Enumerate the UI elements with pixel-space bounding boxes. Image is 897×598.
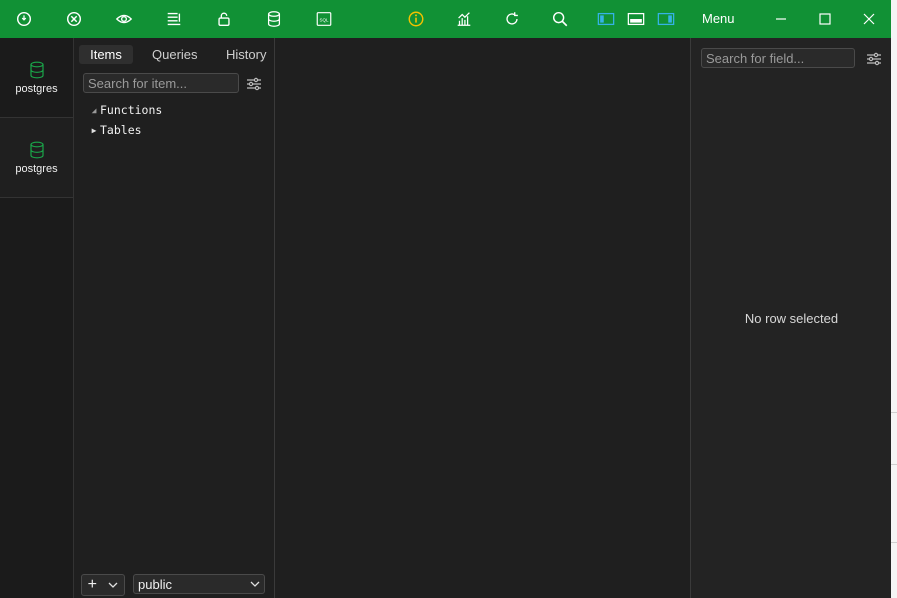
tree-node-functions[interactable]: ◢ Functions xyxy=(88,103,163,117)
connection-rail: postgres postgres xyxy=(0,38,74,598)
connection-label: postgres xyxy=(15,82,58,95)
schema-select-value: public xyxy=(138,576,172,592)
add-label: + xyxy=(87,576,97,593)
title-bar: SQL Menu xyxy=(0,0,891,39)
sql-icon[interactable]: SQL xyxy=(314,9,334,29)
connect-icon[interactable] xyxy=(14,9,34,29)
connection-label: postgres xyxy=(15,162,58,175)
maximize-icon[interactable] xyxy=(815,9,835,29)
app-window: SQL Menu postgres postgres Items Queries… xyxy=(0,0,891,598)
chevron-down-icon xyxy=(108,582,118,588)
right-panel-icon[interactable] xyxy=(656,9,676,29)
search-icon[interactable] xyxy=(550,9,570,29)
tree-node-label: Functions xyxy=(100,103,163,117)
item-search-input[interactable] xyxy=(83,73,239,93)
database-icon xyxy=(29,61,44,78)
filter-settings-icon[interactable] xyxy=(246,76,262,92)
menu-button[interactable]: Menu xyxy=(702,11,735,26)
chevron-down-icon xyxy=(250,581,260,587)
expanded-arrow-icon[interactable]: ◢ xyxy=(88,106,100,115)
database-icon xyxy=(29,141,44,158)
info-icon[interactable] xyxy=(406,9,426,29)
connection-item[interactable]: postgres xyxy=(0,38,73,118)
collapsed-arrow-icon[interactable]: ▶ xyxy=(88,126,100,135)
tab-items[interactable]: Items xyxy=(79,45,133,64)
tab-queries[interactable]: Queries xyxy=(152,45,198,64)
close-icon[interactable] xyxy=(859,9,879,29)
svg-text:SQL: SQL xyxy=(319,17,329,22)
tree-node-tables[interactable]: ▶ Tables xyxy=(88,123,142,137)
main-content-area xyxy=(275,38,690,598)
minimize-icon[interactable] xyxy=(771,9,791,29)
tab-history[interactable]: History xyxy=(226,45,266,64)
field-search-input[interactable] xyxy=(701,48,855,68)
tree-node-label: Tables xyxy=(100,123,142,137)
filter-settings-icon[interactable] xyxy=(866,51,882,67)
connection-item[interactable]: postgres xyxy=(0,118,73,198)
row-detail-panel: No row selected xyxy=(690,38,891,598)
database-icon[interactable] xyxy=(264,9,284,29)
refresh-icon[interactable] xyxy=(502,9,522,29)
disconnect-icon[interactable] xyxy=(64,9,84,29)
preview-icon[interactable] xyxy=(114,9,134,29)
left-panel-icon[interactable] xyxy=(596,9,616,29)
empty-state-message: No row selected xyxy=(744,311,839,326)
lock-icon[interactable] xyxy=(214,9,234,29)
schema-select[interactable]: public xyxy=(133,574,265,594)
chart-icon[interactable] xyxy=(454,9,474,29)
list-icon[interactable] xyxy=(164,9,184,29)
add-button[interactable]: + xyxy=(81,574,125,596)
bottom-panel-icon[interactable] xyxy=(626,9,646,29)
object-tree-panel: Items Queries History ◢ Functions ▶ Tabl… xyxy=(74,38,275,598)
background-window-edge xyxy=(891,0,897,598)
